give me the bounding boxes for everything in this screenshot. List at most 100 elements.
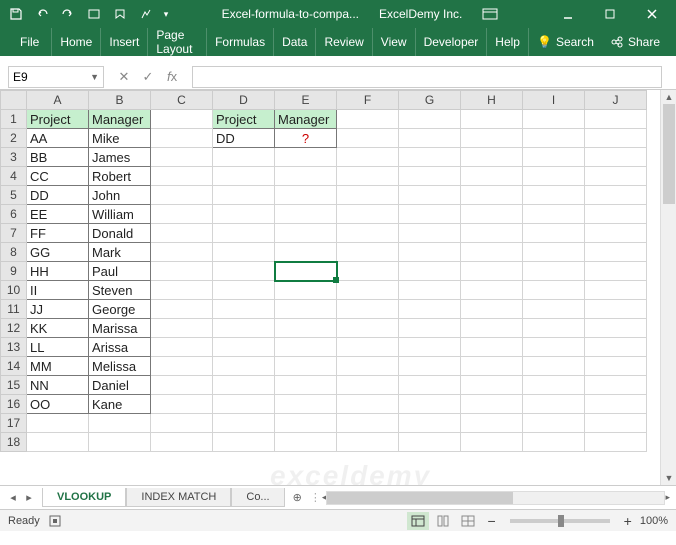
cell[interactable]: Melissa (89, 357, 151, 376)
share-button[interactable]: Share (602, 35, 668, 49)
cell[interactable] (523, 376, 585, 395)
scrollbar-thumb[interactable] (663, 104, 675, 204)
cell[interactable] (213, 167, 275, 186)
cell[interactable] (523, 319, 585, 338)
cell[interactable] (523, 129, 585, 148)
cell[interactable]: Steven (89, 281, 151, 300)
cell[interactable] (523, 433, 585, 452)
cell[interactable]: Daniel (89, 376, 151, 395)
cell[interactable]: KK (27, 319, 89, 338)
cell[interactable] (275, 243, 337, 262)
cell[interactable] (213, 338, 275, 357)
cell[interactable] (337, 148, 399, 167)
row-header[interactable]: 15 (1, 376, 27, 395)
cell[interactable] (523, 224, 585, 243)
cell[interactable] (89, 414, 151, 433)
col-header[interactable]: J (585, 91, 647, 110)
cell[interactable]: Manager (89, 110, 151, 129)
row-header[interactable]: 18 (1, 433, 27, 452)
cell[interactable] (399, 433, 461, 452)
row-header[interactable]: 12 (1, 319, 27, 338)
cell[interactable] (337, 338, 399, 357)
cell[interactable] (151, 186, 213, 205)
row-header[interactable]: 14 (1, 357, 27, 376)
cell[interactable] (337, 414, 399, 433)
name-box[interactable]: E9 ▼ (8, 66, 104, 88)
ribbon-mode-icon[interactable] (482, 8, 498, 20)
cell[interactable] (523, 243, 585, 262)
cell[interactable]: MM (27, 357, 89, 376)
cell[interactable]: Mike (89, 129, 151, 148)
row-header[interactable]: 8 (1, 243, 27, 262)
cell[interactable] (399, 110, 461, 129)
cell[interactable] (399, 300, 461, 319)
cancel-formula-icon[interactable]: ✕ (114, 69, 134, 85)
cell[interactable] (27, 414, 89, 433)
formula-input[interactable] (192, 66, 662, 88)
row-header[interactable]: 17 (1, 414, 27, 433)
page-break-view-icon[interactable] (457, 512, 479, 530)
horizontal-scrollbar[interactable]: ◂ ▸ (322, 491, 670, 505)
cell[interactable] (399, 224, 461, 243)
cell[interactable] (461, 338, 523, 357)
tab-view[interactable]: View (373, 28, 416, 56)
row-header[interactable]: 2 (1, 129, 27, 148)
cell[interactable] (213, 300, 275, 319)
cell[interactable] (337, 300, 399, 319)
cell[interactable] (399, 262, 461, 281)
cell[interactable] (213, 395, 275, 414)
row-header[interactable]: 6 (1, 205, 27, 224)
cell[interactable] (399, 148, 461, 167)
cell[interactable] (461, 224, 523, 243)
cell[interactable] (461, 281, 523, 300)
cell[interactable]: Paul (89, 262, 151, 281)
cell[interactable] (585, 110, 647, 129)
cell[interactable]: DD (27, 186, 89, 205)
cell[interactable] (523, 338, 585, 357)
cell[interactable] (399, 338, 461, 357)
cell[interactable] (523, 281, 585, 300)
cell[interactable] (585, 224, 647, 243)
cell[interactable] (585, 281, 647, 300)
cell[interactable] (275, 376, 337, 395)
col-header[interactable]: G (399, 91, 461, 110)
cell[interactable]: BB (27, 148, 89, 167)
cell[interactable]: Arissa (89, 338, 151, 357)
cell[interactable] (337, 357, 399, 376)
cell[interactable] (337, 433, 399, 452)
cell[interactable] (275, 414, 337, 433)
cell[interactable] (151, 319, 213, 338)
cell[interactable]: Manager (275, 110, 337, 129)
tab-file[interactable]: File (8, 28, 52, 56)
cell[interactable] (151, 110, 213, 129)
cell[interactable] (585, 357, 647, 376)
cell[interactable] (275, 395, 337, 414)
zoom-in-icon[interactable]: + (624, 513, 632, 529)
cell[interactable] (399, 414, 461, 433)
tab-page-layout[interactable]: Page Layout (148, 28, 207, 56)
cell[interactable] (151, 167, 213, 186)
col-header[interactable]: C (151, 91, 213, 110)
cell[interactable] (337, 243, 399, 262)
chevron-down-icon[interactable]: ▼ (90, 72, 99, 82)
row-header[interactable]: 1 (1, 110, 27, 129)
col-header[interactable]: H (461, 91, 523, 110)
cell[interactable] (213, 205, 275, 224)
cell[interactable]: Kane (89, 395, 151, 414)
cell[interactable]: NN (27, 376, 89, 395)
cell[interactable] (337, 186, 399, 205)
qat-icon[interactable] (108, 2, 132, 26)
cell[interactable]: George (89, 300, 151, 319)
zoom-level[interactable]: 100% (640, 515, 668, 527)
scroll-down-icon[interactable]: ▼ (661, 471, 676, 485)
cell[interactable]: William (89, 205, 151, 224)
cell[interactable] (399, 376, 461, 395)
tab-insert[interactable]: Insert (101, 28, 148, 56)
cell[interactable] (585, 262, 647, 281)
cell[interactable] (585, 129, 647, 148)
cell[interactable] (399, 129, 461, 148)
cell[interactable] (461, 414, 523, 433)
cell[interactable] (151, 148, 213, 167)
cell[interactable]: DD (213, 129, 275, 148)
cell[interactable] (337, 205, 399, 224)
